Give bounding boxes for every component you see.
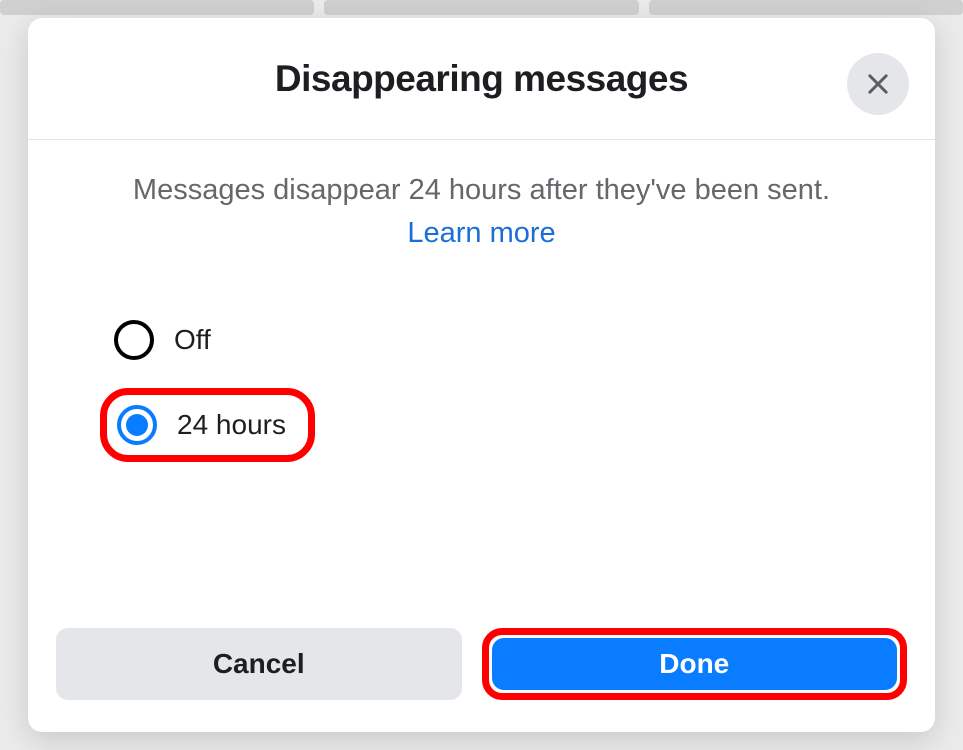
done-button[interactable]: Done	[492, 638, 898, 690]
modal-title: Disappearing messages	[275, 58, 688, 100]
learn-more-link[interactable]: Learn more	[68, 217, 895, 250]
close-button[interactable]	[847, 53, 909, 115]
modal-footer: Cancel Done	[28, 604, 935, 732]
modal-body: Messages disappear 24 hours after they'v…	[28, 140, 935, 604]
radio-options-group: Off 24 hours	[68, 308, 895, 478]
radio-label-off: Off	[174, 324, 211, 356]
radio-option-24-hours[interactable]: 24 hours	[100, 388, 315, 462]
disappearing-messages-modal: Disappearing messages Messages disappear…	[28, 18, 935, 732]
done-button-highlight: Done	[482, 628, 908, 700]
modal-header: Disappearing messages	[28, 18, 935, 140]
radio-icon	[114, 320, 154, 360]
radio-icon	[117, 405, 157, 445]
close-icon	[864, 70, 892, 98]
cancel-button[interactable]: Cancel	[56, 628, 462, 700]
radio-label-24-hours: 24 hours	[177, 409, 286, 441]
description-text: Messages disappear 24 hours after they'v…	[68, 170, 895, 211]
radio-option-off[interactable]: Off	[100, 308, 233, 372]
